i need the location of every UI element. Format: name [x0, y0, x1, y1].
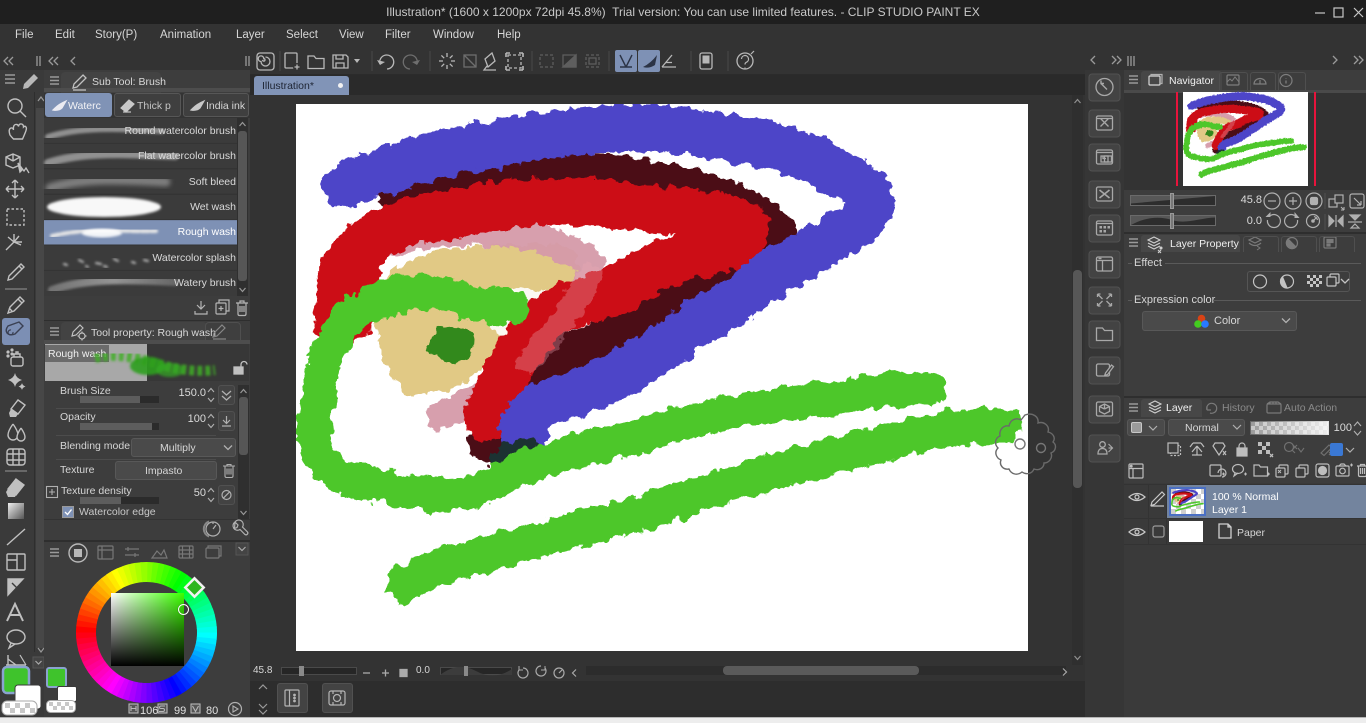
svg-text:Thick p: Thick p — [137, 100, 171, 112]
svg-text:Sub Tool: Brush: Sub Tool: Brush — [92, 76, 166, 88]
svg-text:99: 99 — [174, 705, 186, 717]
svg-text:India ink: India ink — [206, 100, 246, 112]
svg-text:80: 80 — [206, 705, 218, 717]
svg-text:106: 106 — [140, 705, 158, 717]
svg-text:Waterc: Waterc — [68, 100, 101, 112]
svg-text:Tool property: Rough wash: Tool property: Rough wash — [91, 327, 216, 339]
